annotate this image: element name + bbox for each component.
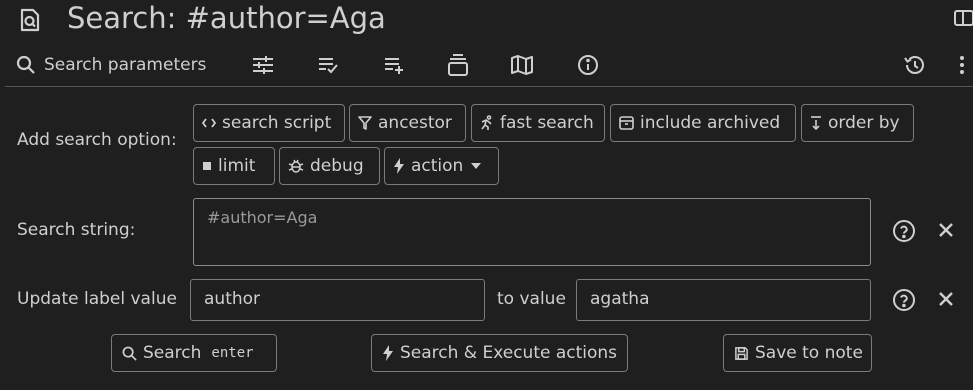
include-archived-button[interactable]: include archived xyxy=(610,104,796,142)
remove-search-string-close-icon[interactable] xyxy=(938,222,954,238)
order-by-button[interactable]: order by xyxy=(801,104,914,142)
running-icon xyxy=(480,115,494,131)
fast-search-button[interactable]: fast search xyxy=(471,104,605,142)
bug-icon xyxy=(288,158,304,174)
save-to-note-button[interactable]: Save to note xyxy=(723,334,872,372)
stack-icon[interactable] xyxy=(445,52,471,78)
search-parameters-tab[interactable]: Search parameters xyxy=(16,52,206,78)
label-name-input[interactable]: author xyxy=(190,279,485,321)
ancestor-label: ancestor xyxy=(378,113,452,133)
help-icon[interactable] xyxy=(892,288,916,312)
split-layout-icon[interactable] xyxy=(953,8,973,28)
code-icon xyxy=(202,117,216,129)
save-to-note-label: Save to note xyxy=(755,343,863,363)
ancestor-button[interactable]: ancestor xyxy=(349,104,466,142)
action-dropdown-button[interactable]: action xyxy=(384,147,499,185)
caret-down-icon xyxy=(471,163,482,169)
playlist-add-icon[interactable] xyxy=(381,52,407,78)
include-archived-label: include archived xyxy=(640,113,781,133)
archive-icon xyxy=(619,116,634,130)
bolt-icon xyxy=(382,345,394,361)
order-by-label: order by xyxy=(828,113,900,133)
limit-label: limit xyxy=(218,156,256,176)
debug-button[interactable]: debug xyxy=(279,147,380,185)
debug-label: debug xyxy=(310,156,364,176)
search-string-label: Search string: xyxy=(17,220,136,240)
search-icon xyxy=(16,55,36,75)
action-label: action xyxy=(411,156,464,176)
history-icon[interactable] xyxy=(902,52,928,78)
update-label-value-label: Update label value xyxy=(17,289,177,309)
info-icon[interactable] xyxy=(575,52,601,78)
tune-icon[interactable] xyxy=(250,52,276,78)
to-value-label: to value xyxy=(497,289,566,309)
more-vertical-icon[interactable] xyxy=(952,52,972,78)
search-button[interactable]: Search enter xyxy=(111,334,277,372)
page-title: Search: #author=Aga xyxy=(67,1,386,35)
sort-down-icon xyxy=(810,116,822,130)
map-icon[interactable] xyxy=(509,52,535,78)
filter-icon xyxy=(358,116,372,130)
search-script-label: search script xyxy=(222,113,332,133)
square-icon xyxy=(202,161,212,171)
save-icon xyxy=(734,346,749,361)
remove-update-label-close-icon[interactable] xyxy=(938,291,954,307)
fast-search-label: fast search xyxy=(500,113,594,133)
search-parameters-label: Search parameters xyxy=(44,55,207,75)
search-button-label: Search xyxy=(143,343,202,363)
bolt-icon xyxy=(393,158,405,174)
search-execute-label: Search & Execute actions xyxy=(400,343,618,363)
help-icon[interactable] xyxy=(892,219,916,243)
search-icon xyxy=(122,346,137,361)
search-execute-button[interactable]: Search & Execute actions xyxy=(371,334,628,372)
list-check-icon[interactable] xyxy=(315,52,341,78)
label-new-value-input[interactable]: agatha xyxy=(576,279,871,321)
toolbar-divider xyxy=(5,86,973,87)
enter-shortcut: enter xyxy=(211,345,254,361)
ribbon-toolbar: Search parameters xyxy=(0,44,973,84)
limit-button[interactable]: limit xyxy=(193,147,275,185)
search-note-icon xyxy=(17,7,43,33)
search-string-textarea[interactable]: #author=Aga xyxy=(193,198,871,266)
add-search-option-label: Add search option: xyxy=(17,130,177,150)
title-bar: Search: #author=Aga xyxy=(0,0,973,40)
search-script-button[interactable]: search script xyxy=(193,104,345,142)
